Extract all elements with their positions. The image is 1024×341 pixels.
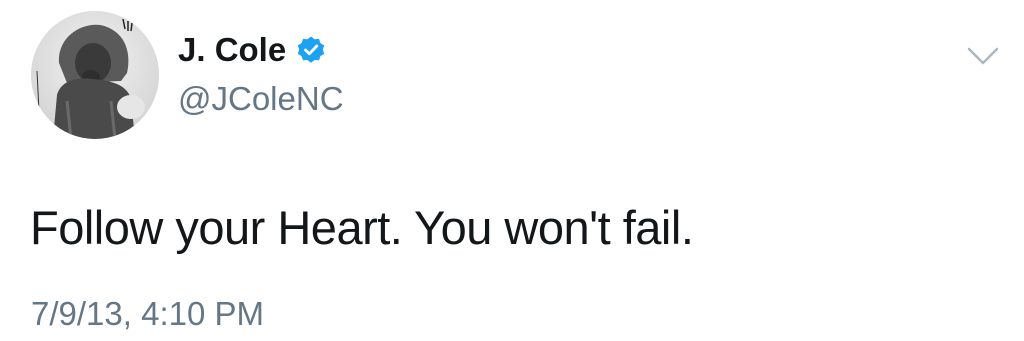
- avatar[interactable]: [31, 11, 159, 139]
- tweet-text: Follow your Heart. You won't fail.: [30, 201, 694, 254]
- handle[interactable]: @JColeNC: [178, 80, 344, 118]
- chevron-down-icon[interactable]: [966, 44, 1000, 68]
- timestamp[interactable]: 7/9/13, 4:10 PM: [31, 294, 264, 334]
- avatar-photo: [31, 11, 159, 139]
- verified-badge-icon: [298, 36, 325, 63]
- author-name-row[interactable]: J. Cole: [178, 31, 326, 69]
- tweet-card: J. Cole @JColeNC Follow your Heart. You …: [0, 0, 1024, 341]
- display-name[interactable]: J. Cole: [178, 31, 286, 69]
